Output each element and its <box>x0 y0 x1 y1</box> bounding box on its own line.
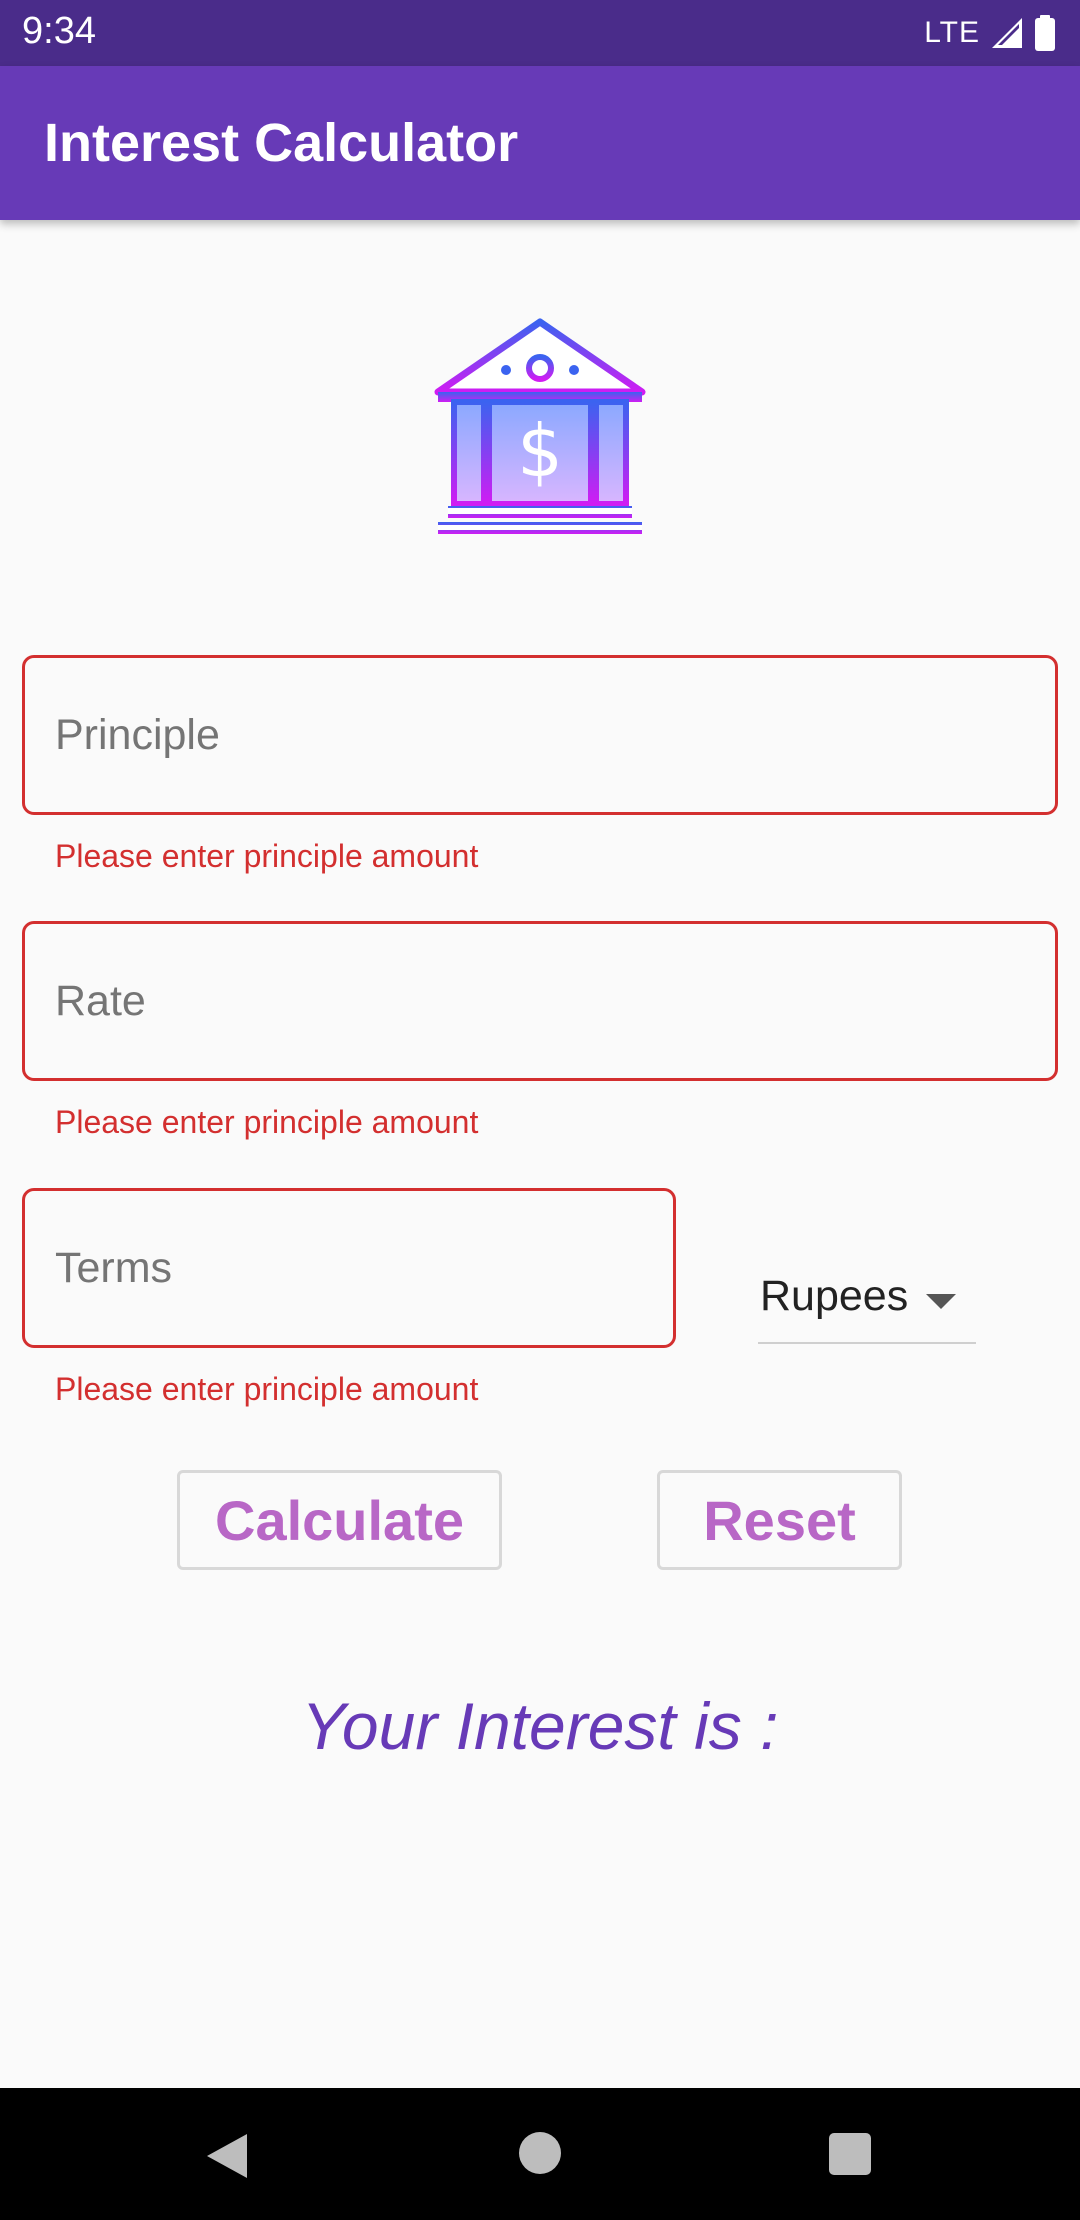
principle-field[interactable] <box>22 655 1058 815</box>
dropdown-arrow-icon <box>926 1294 956 1309</box>
svg-text:$: $ <box>517 409 563 493</box>
status-time: 9:34 <box>22 10 96 52</box>
app-title: Interest Calculator <box>44 113 519 173</box>
terms-input[interactable] <box>55 1191 643 1345</box>
calculate-button[interactable]: Calculate <box>177 1470 502 1570</box>
principle-error: Please enter principle amount <box>55 838 479 874</box>
app-bar: Interest Calculator <box>0 66 1080 220</box>
status-bar: 9:34 LTE <box>0 0 1080 66</box>
terms-field[interactable] <box>22 1188 676 1348</box>
navigation-bar <box>0 2088 1080 2220</box>
battery-icon <box>1035 15 1055 51</box>
result-text: Your Interest is : <box>301 1689 779 1763</box>
reset-button[interactable]: Reset <box>657 1470 902 1570</box>
rate-input[interactable] <box>55 924 1025 1078</box>
recents-icon[interactable] <box>829 2133 871 2175</box>
back-icon[interactable] <box>205 2132 249 2180</box>
network-type: LTE <box>924 16 980 49</box>
signal-icon <box>992 18 1022 48</box>
rate-error: Please enter principle amount <box>55 1104 479 1140</box>
bank-icon: $ <box>434 318 646 534</box>
rate-field[interactable] <box>22 921 1058 1081</box>
terms-error: Please enter principle amount <box>55 1371 479 1407</box>
currency-selected: Rupees <box>760 1272 909 1320</box>
home-icon[interactable] <box>519 2132 561 2174</box>
principle-input[interactable] <box>55 658 1025 812</box>
status-icons: LTE <box>924 12 1056 54</box>
currency-dropdown[interactable]: Rupees <box>758 1262 976 1344</box>
